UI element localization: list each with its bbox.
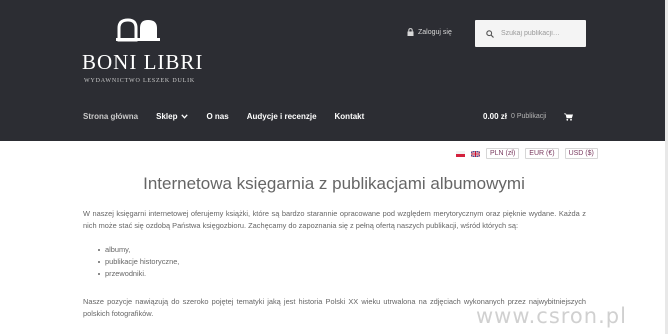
- nav-item-shop[interactable]: Sklep: [156, 112, 189, 121]
- list-item: publikacje historyczne,: [97, 257, 180, 266]
- book-logo-icon: [116, 18, 160, 42]
- search-icon: [486, 29, 494, 38]
- lock-icon: [407, 28, 414, 36]
- main-nav: Strona główna Sklep O nas Audycje i rece…: [83, 112, 382, 121]
- logo-text: BONI LIBRI: [82, 50, 204, 74]
- nav-item-home[interactable]: Strona główna: [83, 112, 138, 121]
- nav-item-about[interactable]: O nas: [206, 112, 228, 121]
- currency-usd-button[interactable]: USD ($): [564, 148, 598, 159]
- nav-item-label: Strona główna: [83, 112, 139, 121]
- publication-types-list: albumy, publikacje historyczne, przewodn…: [97, 244, 180, 280]
- currency-pln-button[interactable]: PLN (zł): [486, 148, 520, 159]
- cart-amount: 0.00 zł: [483, 112, 508, 121]
- list-item: albumy,: [97, 244, 179, 256]
- currency-eur-button[interactable]: EUR (€): [525, 148, 559, 159]
- chevron-down-icon: [181, 114, 189, 119]
- english-flag-icon[interactable]: [471, 150, 480, 157]
- site-header: BONI LIBRI WYDAWNICTWO LESZEK DULIK Zalo…: [0, 0, 668, 141]
- page-title: Internetowa księgarnia z publikacjami al…: [143, 174, 525, 193]
- search-box[interactable]: [475, 20, 586, 47]
- cart-icon: [564, 113, 574, 121]
- logo-subtitle: WYDAWNICTWO LESZEK DULIK: [84, 78, 196, 84]
- nav-item-label: Kontakt: [334, 112, 365, 121]
- intro-paragraph: W naszej księgarni internetowej oferujem…: [83, 209, 586, 230]
- nav-item-contact[interactable]: Kontakt: [335, 112, 365, 121]
- login-label: Zaloguj się: [418, 28, 452, 36]
- list-item: przewodniki.: [97, 268, 179, 280]
- polish-flag-icon[interactable]: [456, 150, 465, 157]
- currency-switcher: PLN (zł) EUR (€) USD ($): [456, 148, 598, 159]
- nav-item-label: Audycje i recenzje: [246, 112, 317, 121]
- login-link[interactable]: Zaloguj się: [407, 28, 452, 36]
- nav-item-label: Sklep: [156, 112, 178, 121]
- search-input[interactable]: [501, 30, 581, 37]
- site-logo[interactable]: BONI LIBRI WYDAWNICTWO LESZEK DULIK: [82, 18, 212, 88]
- cart-count: 0 Publikacji: [511, 113, 547, 120]
- cart-link[interactable]: 0.00 zł 0 Publikacji: [483, 112, 574, 121]
- nav-item-label: O nas: [206, 112, 229, 121]
- nav-item-reviews[interactable]: Audycje i recenzje: [247, 112, 317, 121]
- watermark: www.csron.pl: [476, 304, 627, 328]
